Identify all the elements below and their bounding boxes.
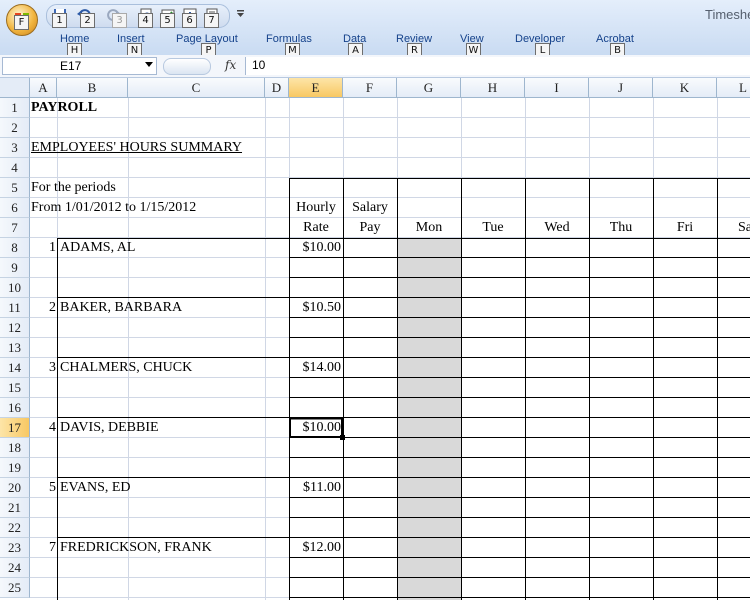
header-day-sa[interactable]: Sa [717, 218, 750, 238]
employee-number[interactable]: 5 [30, 478, 56, 498]
employee-number[interactable]: 4 [30, 418, 56, 438]
employee-number[interactable]: 2 [30, 298, 56, 318]
sheet-title[interactable]: PAYROLL [31, 98, 97, 118]
header-day-wed[interactable]: Wed [525, 218, 589, 238]
header-rate[interactable]: Rate [289, 218, 343, 238]
header-salary[interactable]: Salary [343, 198, 397, 218]
period-label[interactable]: For the periods [31, 178, 116, 198]
employee-name[interactable]: BAKER, BARBARA [60, 298, 182, 318]
mon-column-shading [397, 238, 461, 600]
employee-name[interactable]: CHALMERS, CHUCK [60, 358, 192, 378]
header-hourly[interactable]: Hourly [289, 198, 343, 218]
header-day-tue[interactable]: Tue [461, 218, 525, 238]
header-day-mon[interactable]: Mon [397, 218, 461, 238]
employee-name[interactable]: EVANS, ED [60, 478, 131, 498]
employee-rate[interactable]: $10.50 [289, 298, 342, 318]
period-range[interactable]: From 1/01/2012 to 1/15/2012 [31, 198, 196, 218]
employee-number[interactable]: 3 [30, 358, 56, 378]
header-day-thu[interactable]: Thu [589, 218, 653, 238]
employee-number[interactable]: 1 [30, 238, 56, 258]
employee-number[interactable]: 7 [30, 538, 56, 558]
employee-name[interactable]: ADAMS, AL [60, 238, 135, 258]
employee-name[interactable]: FREDRICKSON, FRANK [60, 538, 212, 558]
employee-rate[interactable]: $10.00 [289, 238, 342, 258]
employee-rate[interactable]: $10.00 [289, 418, 342, 438]
employee-rate[interactable]: $14.00 [289, 358, 342, 378]
sheet-subtitle[interactable]: EMPLOYEES' HOURS SUMMARY [31, 138, 242, 158]
header-pay[interactable]: Pay [343, 218, 397, 238]
employee-rate[interactable]: $12.00 [289, 538, 342, 558]
employee-name[interactable]: DAVIS, DEBBIE [60, 418, 159, 438]
header-day-fri[interactable]: Fri [653, 218, 717, 238]
employee-rate[interactable]: $11.00 [289, 478, 341, 498]
